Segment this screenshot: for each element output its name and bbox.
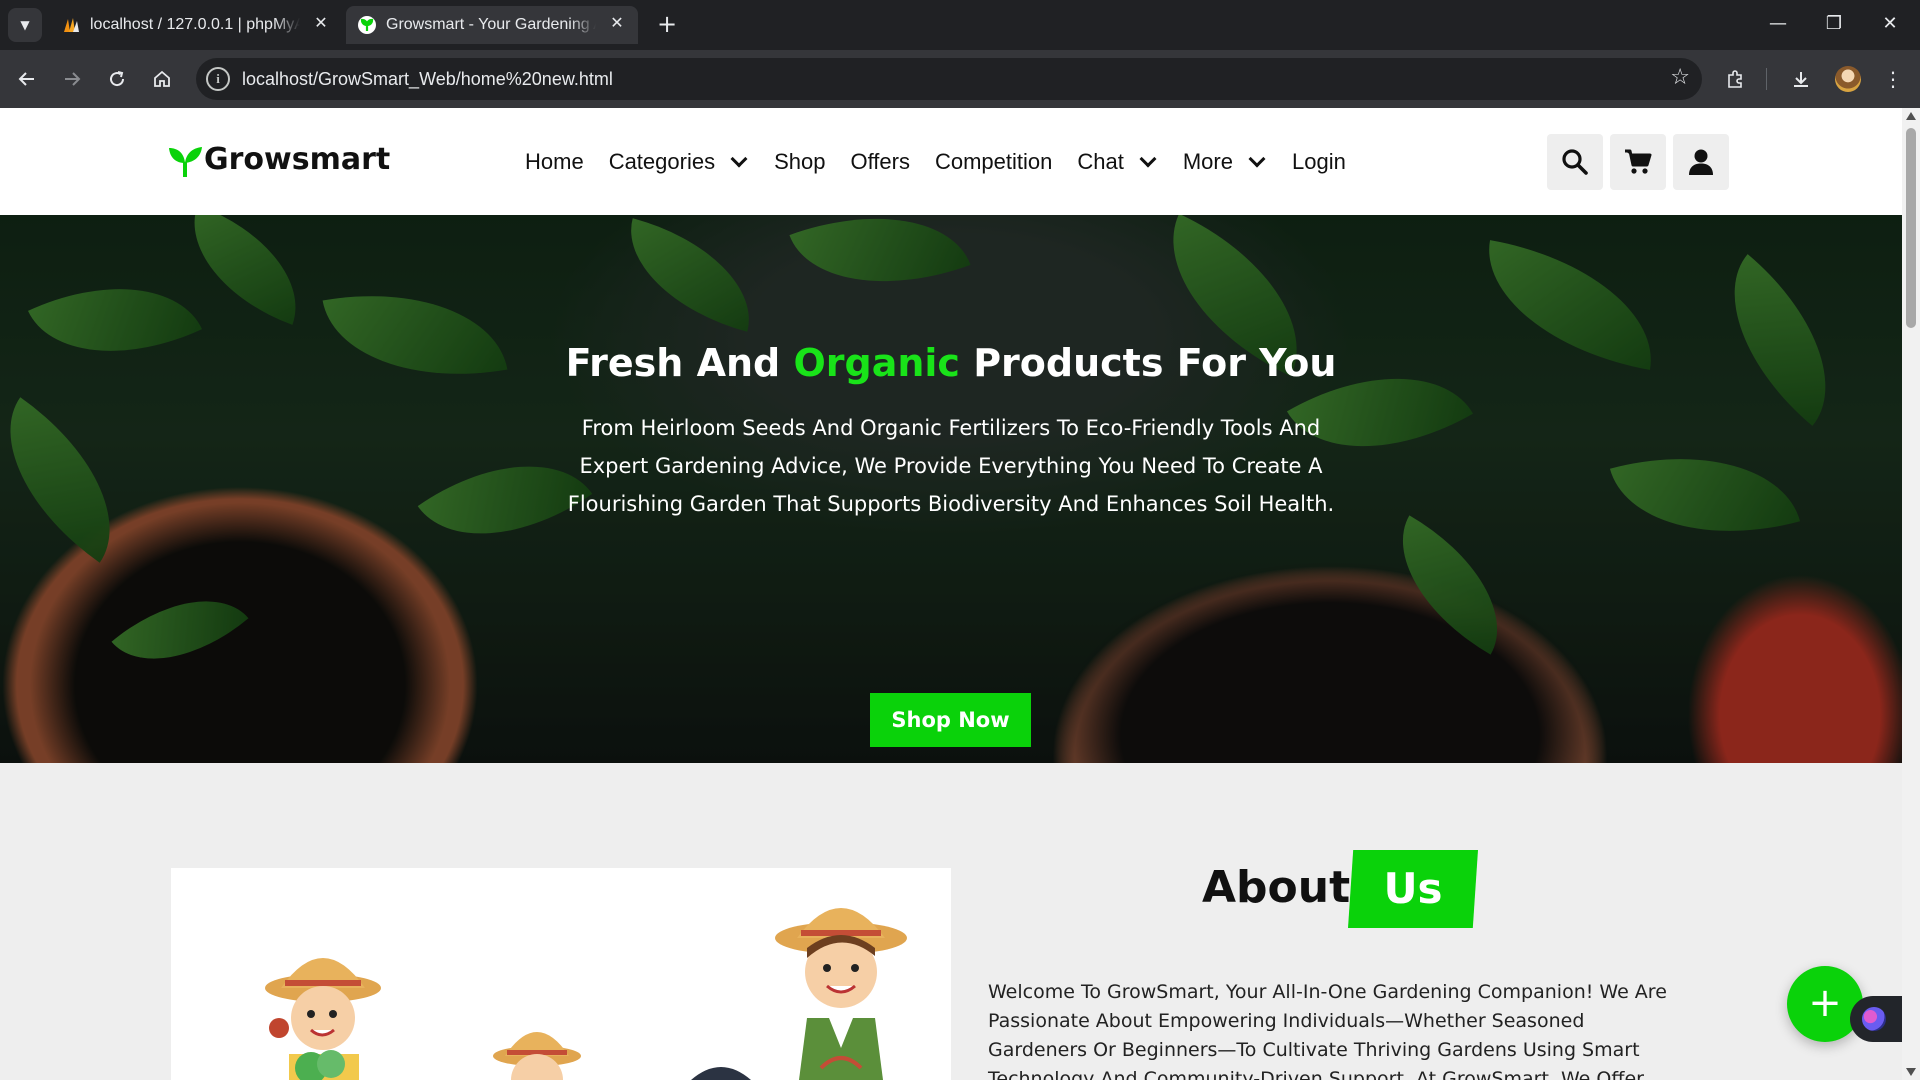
download-icon[interactable] xyxy=(1784,62,1818,96)
main-nav: Home Categories Shop Offers Competition … xyxy=(525,144,1371,180)
extensions-icon[interactable] xyxy=(1718,62,1752,96)
home-icon xyxy=(154,70,170,87)
nav-label: Home xyxy=(525,149,584,174)
site-header: Growsmart Home Categories Shop Offers Co… xyxy=(0,108,1902,215)
minimize-button[interactable]: — xyxy=(1750,0,1806,50)
address-bar[interactable]: i localhost/GrowSmart_Web/home%20new.htm… xyxy=(196,58,1702,100)
nav-competition[interactable]: Competition xyxy=(935,149,1052,175)
scroll-up-arrow-icon[interactable] xyxy=(1906,112,1916,120)
about-heading-word: About xyxy=(1202,862,1351,913)
about-text: Welcome To GrowSmart, Your All-In-One Ga… xyxy=(988,981,1667,1080)
chevron-down-icon xyxy=(730,150,748,168)
reload-icon xyxy=(110,71,125,87)
phpmyadmin-favicon-icon xyxy=(64,18,79,32)
shop-now-button[interactable]: Shop Now xyxy=(870,693,1031,747)
assistant-extension-badge[interactable] xyxy=(1850,996,1902,1042)
url-text[interactable]: localhost/GrowSmart_Web/home%20new.html xyxy=(242,69,613,90)
search-icon xyxy=(1562,149,1588,175)
home-button[interactable] xyxy=(145,62,179,96)
nav-more[interactable]: More xyxy=(1183,149,1267,175)
close-window-button[interactable]: ✕ xyxy=(1862,0,1918,50)
chevron-down-icon xyxy=(1248,150,1266,168)
nav-offers[interactable]: Offers xyxy=(850,149,910,175)
site-info-icon[interactable]: i xyxy=(206,67,230,91)
about-heading-highlight: Us xyxy=(1348,850,1478,928)
brand-name: Growsmart xyxy=(204,142,391,177)
nav-label: Chat xyxy=(1077,149,1124,174)
new-tab-button[interactable]: + xyxy=(652,10,682,40)
nav-shop[interactable]: Shop xyxy=(774,149,825,175)
nav-label: Categories xyxy=(608,149,716,174)
nav-home[interactable]: Home xyxy=(525,149,584,175)
profile-avatar[interactable] xyxy=(1835,66,1861,92)
tab-phpmyadmin[interactable]: localhost / 127.0.0.1 | phpMyAdmin ✕ xyxy=(50,6,342,44)
hero-banner: Fresh And Organic Products For You From … xyxy=(0,215,1902,763)
nav-label: Offers xyxy=(850,149,910,174)
page-scrollbar[interactable] xyxy=(1902,108,1920,1080)
browser-toolbar: i localhost/GrowSmart_Web/home%20new.htm… xyxy=(0,50,1920,108)
more-menu-icon[interactable]: ⋮ xyxy=(1876,62,1910,96)
hero-description: From Heirloom Seeds And Organic Fertiliz… xyxy=(567,416,1335,516)
arrow-right-icon xyxy=(65,72,81,86)
arrow-left-icon xyxy=(18,72,34,86)
back-button[interactable] xyxy=(10,62,44,96)
forward-button[interactable] xyxy=(55,62,89,96)
brain-icon xyxy=(1862,1007,1886,1031)
nav-categories[interactable]: Categories xyxy=(609,149,749,175)
hero-title: Fresh And Organic Products For You xyxy=(0,341,1902,385)
growsmart-favicon-icon xyxy=(358,16,376,34)
nav-label: Shop xyxy=(774,149,826,174)
scroll-thumb[interactable] xyxy=(1906,128,1916,328)
nav-chat[interactable]: Chat xyxy=(1077,149,1157,175)
search-button[interactable] xyxy=(1547,134,1603,190)
chevron-down-icon xyxy=(1139,150,1157,168)
hero-title-highlight: Organic xyxy=(793,341,960,385)
toolbar-divider xyxy=(1766,68,1767,90)
cart-icon xyxy=(1625,149,1652,174)
about-illustration xyxy=(171,868,951,1080)
hero-title-part: Products For You xyxy=(959,341,1337,385)
bookmark-star-icon[interactable]: ☆ xyxy=(1670,65,1690,90)
nav-label: More xyxy=(1182,149,1233,174)
gardeners-illustration-icon xyxy=(265,908,907,1080)
nav-label: Competition xyxy=(934,149,1053,174)
cart-button[interactable] xyxy=(1610,134,1666,190)
hero-title-part: Fresh And xyxy=(565,341,794,385)
page-viewport: Growsmart Home Categories Shop Offers Co… xyxy=(0,108,1920,1080)
nav-label: Login xyxy=(1291,149,1346,174)
floating-add-button[interactable]: + xyxy=(1787,966,1863,1042)
account-button[interactable] xyxy=(1673,134,1729,190)
browser-tab-bar: ▼ localhost / 127.0.0.1 | phpMyAdmin ✕ G… xyxy=(0,0,1920,50)
tab-search-button[interactable]: ▼ xyxy=(8,8,42,42)
tab-title: Growsmart - Your Gardening Assistant xyxy=(386,16,596,34)
reload-button[interactable] xyxy=(100,62,134,96)
restore-button[interactable]: ❐ xyxy=(1806,0,1862,50)
scroll-down-arrow-icon[interactable] xyxy=(1906,1068,1916,1076)
nav-login[interactable]: Login xyxy=(1292,149,1346,175)
user-icon xyxy=(1689,149,1713,175)
tab-growsmart[interactable]: Growsmart - Your Gardening Assistant ✕ xyxy=(346,6,638,44)
tab-close-icon[interactable]: ✕ xyxy=(606,13,628,35)
sprout-logo-icon xyxy=(169,147,202,177)
tab-title: localhost / 127.0.0.1 | phpMyAdmin xyxy=(90,16,300,34)
tab-close-icon[interactable]: ✕ xyxy=(310,13,332,35)
